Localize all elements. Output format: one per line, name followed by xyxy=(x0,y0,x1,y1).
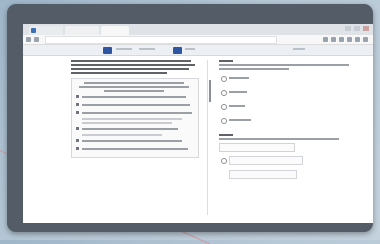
toolbar-text xyxy=(185,48,195,50)
browser-tab-3[interactable] xyxy=(101,26,129,35)
panel-divider xyxy=(207,60,208,215)
list-item xyxy=(76,102,194,108)
favicon-icon xyxy=(31,28,36,33)
url-input[interactable] xyxy=(45,36,277,44)
forward-icon[interactable] xyxy=(34,37,39,42)
browser-window xyxy=(23,24,373,223)
question-number-line xyxy=(219,60,233,62)
list-item xyxy=(76,138,194,144)
answer-field-3[interactable] xyxy=(229,170,297,179)
list-item xyxy=(76,94,194,100)
answer-field-1[interactable] xyxy=(219,143,295,152)
toolbar-button-1[interactable] xyxy=(103,47,112,54)
passage-box xyxy=(71,78,199,158)
answer-option-c[interactable] xyxy=(219,102,359,112)
toolbar-text xyxy=(139,48,155,50)
radio-button[interactable] xyxy=(221,76,227,82)
answer-field-2[interactable] xyxy=(229,156,303,165)
menu-icon[interactable] xyxy=(363,37,368,42)
scrollbar-thumb[interactable] xyxy=(209,80,211,102)
extension-icon[interactable] xyxy=(323,37,328,42)
app-toolbar xyxy=(23,45,373,56)
answer-option-d[interactable] xyxy=(219,116,359,126)
question-panel xyxy=(219,60,359,216)
second-question-heading xyxy=(219,134,233,136)
radio-button[interactable] xyxy=(221,158,227,164)
bullet-icon xyxy=(76,95,79,98)
extension-icon[interactable] xyxy=(339,37,344,42)
radio-button[interactable] xyxy=(221,118,227,124)
toolbar-text xyxy=(116,48,132,50)
minimize-icon[interactable] xyxy=(345,26,351,31)
list-item xyxy=(76,110,194,116)
passage-title-line xyxy=(71,60,191,62)
address-bar xyxy=(23,35,373,45)
radio-button[interactable] xyxy=(221,90,227,96)
toolbar-button-3[interactable] xyxy=(293,48,305,50)
extension-icon[interactable] xyxy=(331,37,336,42)
answer-option-e[interactable] xyxy=(219,156,359,166)
laptop-bezel xyxy=(7,4,373,232)
list-item xyxy=(76,126,194,132)
back-icon[interactable] xyxy=(26,37,31,42)
browser-tab-2[interactable] xyxy=(65,26,99,35)
maximize-icon[interactable] xyxy=(354,26,360,31)
list-item xyxy=(76,146,194,152)
bullet-icon xyxy=(76,139,79,142)
tab-bar xyxy=(23,24,373,35)
bullet-icon xyxy=(76,147,79,150)
extension-icon[interactable] xyxy=(347,37,352,42)
bullet-icon xyxy=(76,111,79,114)
bullet-icon xyxy=(76,127,79,130)
close-icon[interactable] xyxy=(363,26,369,31)
bullet-icon xyxy=(76,103,79,106)
radio-button[interactable] xyxy=(221,104,227,110)
answer-option-a[interactable] xyxy=(219,74,359,84)
page-content xyxy=(23,56,373,223)
answer-option-b[interactable] xyxy=(219,88,359,98)
extension-icon[interactable] xyxy=(355,37,360,42)
toolbar-button-2[interactable] xyxy=(173,47,182,54)
browser-tab-1[interactable] xyxy=(29,26,63,35)
passage-panel xyxy=(71,60,199,212)
